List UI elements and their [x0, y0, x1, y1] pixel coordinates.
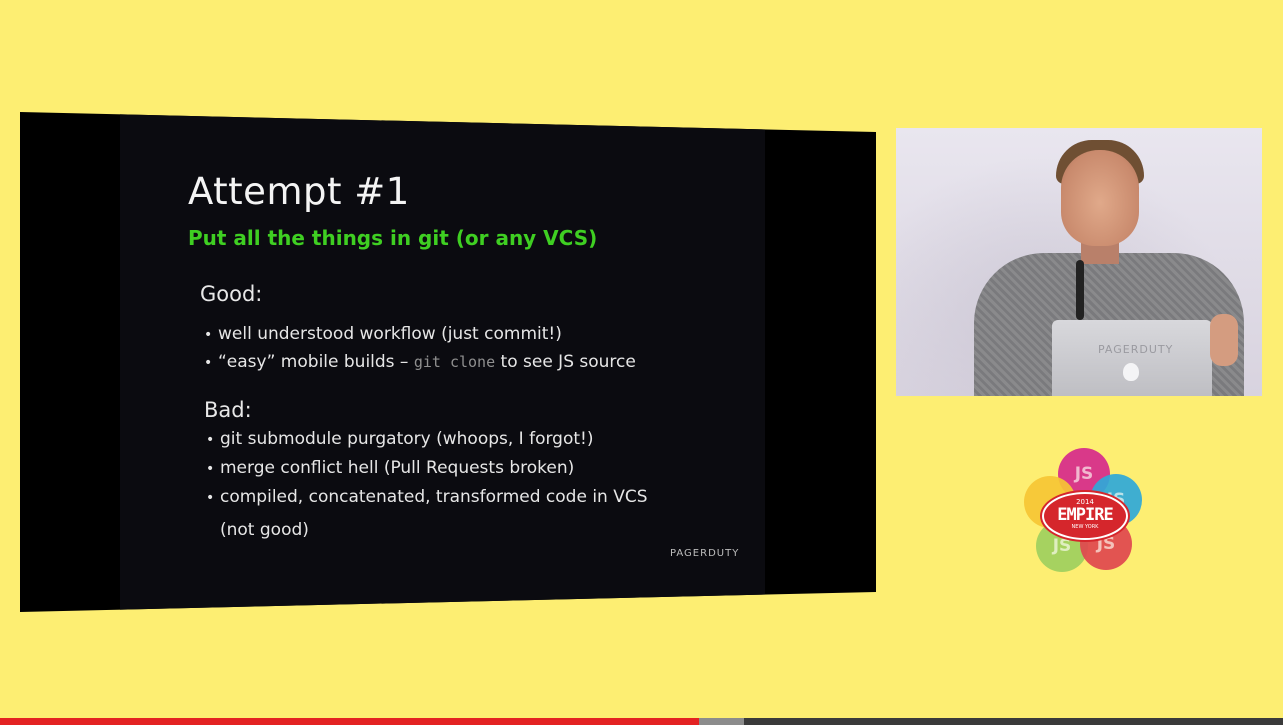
bullet-dot: • — [206, 432, 215, 448]
speaker-head — [1061, 150, 1139, 246]
bad-item-3-continuation: (not good) — [206, 520, 309, 540]
bad-item-3-text: compiled, concatenated, transformed code… — [220, 487, 648, 507]
petal-text: JS — [1052, 536, 1072, 556]
presentation-slide: Attempt #1 Put all the things in git (or… — [20, 112, 876, 612]
bad-item-4-text: (not good) — [220, 520, 309, 540]
good-item-2-code: git clone — [413, 353, 496, 371]
badge-word: EMPIRE — [1057, 505, 1113, 525]
badge-sub: NEW YORK — [1071, 524, 1099, 530]
empire-badge: 2014 EMPIRE NEW YORK — [1042, 492, 1128, 540]
bullet-dot: • — [206, 461, 215, 477]
bad-item-1-text: git submodule purgatory (whoops, I forgo… — [220, 429, 594, 449]
bullet-dot: • — [204, 327, 213, 343]
microphone — [1076, 260, 1084, 320]
good-item-2-text-pre: “easy” mobile builds – — [218, 352, 414, 372]
bullet-dot: • — [204, 355, 213, 371]
good-section-label: Good: — [200, 282, 263, 306]
progress-played — [0, 718, 700, 725]
slide-title: Attempt #1 — [188, 170, 410, 213]
slide-corner-logo: PAGERDUTY — [670, 548, 740, 559]
bad-item-2-text: merge conflict hell (Pull Requests broke… — [220, 458, 575, 478]
video-progress-bar[interactable] — [0, 718, 1283, 725]
bullet-dot: • — [206, 490, 215, 506]
good-item-2: • “easy” mobile builds – git clone to see… — [204, 352, 636, 372]
good-item-1-text: well understood workflow (just commit!) — [218, 324, 562, 344]
slide-subtitle: Put all the things in git (or any VCS) — [188, 226, 598, 250]
laptop — [1052, 320, 1212, 396]
bad-item-2: • merge conflict hell (Pull Requests brok… — [206, 458, 574, 478]
empirejs-logo: JS JS JS JS 2014 EMPIRE NEW YORK — [1020, 448, 1146, 574]
bad-section-label: Bad: — [204, 398, 252, 422]
apple-logo-icon — [1123, 363, 1139, 381]
good-item-2-text-post: to see JS source — [495, 352, 636, 372]
speaker-video: PAGERDUTY — [896, 128, 1262, 396]
petal-text: JS — [1074, 464, 1094, 484]
bad-item-3: • compiled, concatenated, transformed cod… — [206, 487, 648, 507]
speaker-hand — [1210, 314, 1238, 366]
laptop-sticker: PAGERDUTY — [1098, 343, 1174, 356]
good-item-1: • well understood workflow (just commit!) — [204, 324, 562, 344]
bad-item-1: • git submodule purgatory (whoops, I forg… — [206, 429, 593, 449]
video-frame[interactable]: Attempt #1 Put all the things in git (or… — [0, 0, 1283, 718]
